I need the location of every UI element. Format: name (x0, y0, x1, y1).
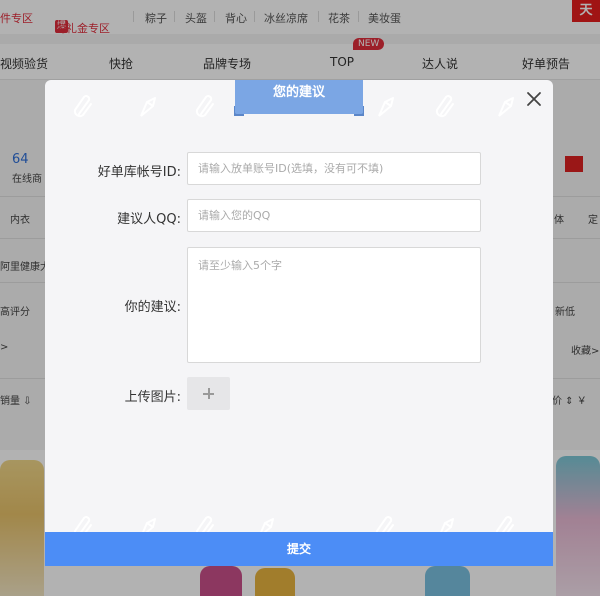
upload-image-label: 上传图片: (124, 390, 181, 405)
suggestion-label: 你的建议: (124, 300, 181, 315)
qq-label: 建议人QQ: (117, 212, 181, 227)
qq-input[interactable] (187, 199, 481, 232)
suggestion-textarea[interactable] (187, 247, 481, 363)
submit-button[interactable]: 提交 (45, 532, 553, 566)
decoration-row-bottom (45, 80, 553, 539)
suggestion-modal: 您的建议 好单库帐号ID: 建议人QQ: 你的建议: 上传图片: 提交 (45, 80, 553, 566)
upload-image-button[interactable] (187, 377, 230, 410)
account-id-input[interactable] (187, 152, 481, 185)
account-id-label: 好单库帐号ID: (97, 165, 181, 180)
